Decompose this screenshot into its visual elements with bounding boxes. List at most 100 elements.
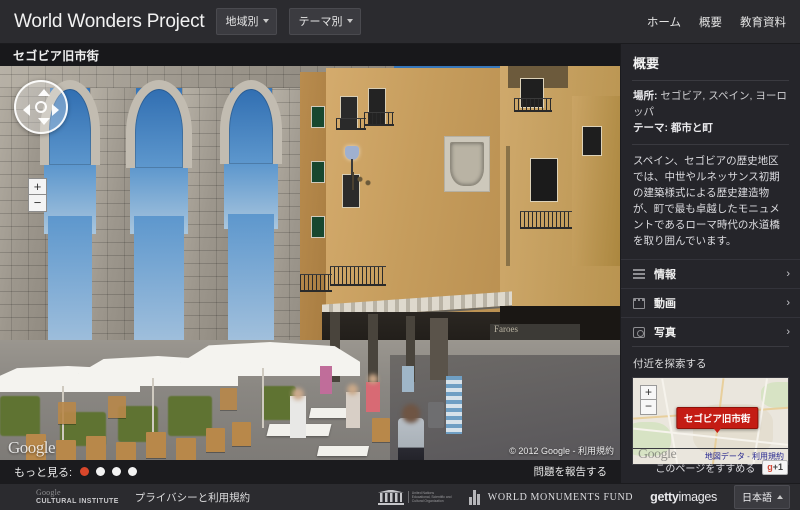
arcade-pillar [430,318,448,380]
map-zoom-out-button[interactable]: − [640,400,657,415]
cafe-chair [86,436,106,460]
google-plus-one-button[interactable]: g+1 [762,460,788,475]
thumbnail-dots [80,467,138,476]
trash-bin [428,402,444,428]
theme-filter-label: テーマ別 [298,16,343,28]
building-window [311,106,325,128]
umbrella-pole [262,368,264,428]
world-monuments-fund-logo[interactable]: WORLD MONUMENTS FUND [468,489,634,505]
street-view-panorama[interactable]: Faroes + − Google © 2012 Google - 利用規約 [0,66,620,460]
chevron-right-icon: › [786,268,790,280]
cafe-chair [176,438,196,460]
balcony-railing [300,274,332,292]
pano-copyright-text: © 2012 Google - [509,446,578,456]
theme-filter-dropdown[interactable]: テーマ別 [289,8,362,35]
region-filter-label: 地域別 [225,16,259,28]
language-selector-label: 日本語 [742,493,772,504]
coat-of-arms-plaque [444,136,490,192]
cafe-chair [206,428,225,452]
balcony-railing [330,266,386,286]
sidebar-item-photos[interactable]: 写真 › [621,317,800,346]
privacy-terms-link[interactable]: プライバシーと利用規約 [135,490,250,505]
language-selector[interactable]: 日本語 [734,485,790,509]
nav-link-education[interactable]: 教育資料 [740,14,786,30]
cafe-chair [56,440,76,460]
pedestrian [346,392,360,428]
thumbnail-dot-4[interactable] [128,467,138,476]
site-description: スペイン、セゴビアの歴史地区では、中世やルネッサンス初期の建築様式による歴史建造… [633,155,780,247]
report-problem-link[interactable]: 問題を報告する [534,464,608,479]
building-window [311,216,325,238]
metadata-location-key: 場所: [633,90,658,102]
blurred-face [347,384,358,395]
getty-bold: getty [650,490,679,504]
sidebar-item-photos-label: 写真 [654,327,676,339]
sidebar-item-info-label: 情報 [654,269,676,281]
pano-terms-link[interactable]: 利用規約 [578,446,614,456]
pedestrian [290,396,306,438]
gci-logo-line1: Google [36,488,61,497]
pan-left-arrow-icon[interactable] [23,104,30,116]
balcony-railing [336,118,366,130]
umbrella-pole [152,378,154,440]
thumbnail-dot-2[interactable] [96,467,106,476]
map-marker-label[interactable]: セゴビア旧市街 [675,407,759,433]
metadata-location: 場所: セゴビア, スペイン, ヨーロッパ [633,88,788,120]
plusone-count: +1 [772,462,783,472]
explore-nearby-heading: 付近を探索する [633,358,707,370]
metadata-block: 場所: セゴビア, スペイン, ヨーロッパ テーマ: 都市と町 [621,81,800,144]
cafe-table [316,446,370,456]
pano-copyright: © 2012 Google - 利用規約 [509,444,614,457]
pan-down-arrow-icon[interactable] [38,118,50,125]
pano-zoom-out-button[interactable]: − [28,195,47,212]
film-icon [633,297,645,309]
building-window [582,126,602,156]
pedestrian [320,366,332,394]
pano-zoom-controls: + − [28,178,47,212]
temple-icon [377,489,404,505]
nearby-map[interactable]: + − セゴビア旧市街 Google 地図データ - 利用規約 [632,377,789,465]
cafe-chair [116,442,136,460]
pedestrian [402,366,414,392]
sidebar-item-videos-label: 動画 [654,298,676,310]
partner-logos: United Nations Educational, Scientific a… [377,485,790,509]
arcade-column [368,314,378,382]
page-footer: Google CULTURAL INSTITUTE プライバシーと利用規約 Un… [0,483,800,510]
nav-link-about[interactable]: 概要 [699,14,722,30]
sidebar-item-info[interactable]: 情報 › [621,259,800,288]
world-wonders-page: World Wonders Project 地域別 テーマ別 ホーム 概要 教育… [0,0,800,510]
unesco-logo[interactable]: United Nations Educational, Scientific a… [377,489,452,505]
region-filter-dropdown[interactable]: 地域別 [216,8,278,35]
map-zoom-controls: + − [640,385,657,415]
nav-link-home[interactable]: ホーム [647,14,681,30]
cafe-chair [58,402,76,424]
balcony-railing [364,112,394,126]
pan-center-hub[interactable] [35,101,47,113]
cafe-umbrella [180,342,360,376]
google-cultural-institute-logo[interactable]: Google CULTURAL INSTITUTE [36,488,119,506]
street-lamp [345,146,374,196]
map-zoom-in-button[interactable]: + [640,385,657,400]
metadata-theme-key: テーマ: [633,122,668,134]
list-icon [633,268,645,280]
thumbnail-dot-1[interactable] [80,467,90,476]
chevron-up-icon [777,494,783,499]
thumbnail-dot-3[interactable] [112,467,122,476]
pan-up-arrow-icon[interactable] [38,89,50,96]
getty-images-logo[interactable]: gettyimages [650,490,717,504]
unesco-caption: United Nations Educational, Scientific a… [407,490,452,504]
pan-right-arrow-icon[interactable] [52,104,59,116]
site-brand-title: World Wonders Project [14,10,205,32]
pano-zoom-in-button[interactable]: + [28,178,47,195]
building-facade [572,96,620,266]
monument-icon [468,489,483,505]
metadata-theme: テーマ: 都市と町 [633,120,788,136]
pedestrian [366,382,380,412]
cafe-chair [232,422,251,446]
gci-logo-line2: CULTURAL INSTITUTE [36,498,119,505]
chevron-down-icon [263,19,270,23]
pan-control-icon[interactable] [14,80,68,134]
downpipe [506,146,510,266]
wmf-caption: WORLD MONUMENTS FUND [487,491,634,503]
sidebar-item-videos[interactable]: 動画 › [621,288,800,317]
